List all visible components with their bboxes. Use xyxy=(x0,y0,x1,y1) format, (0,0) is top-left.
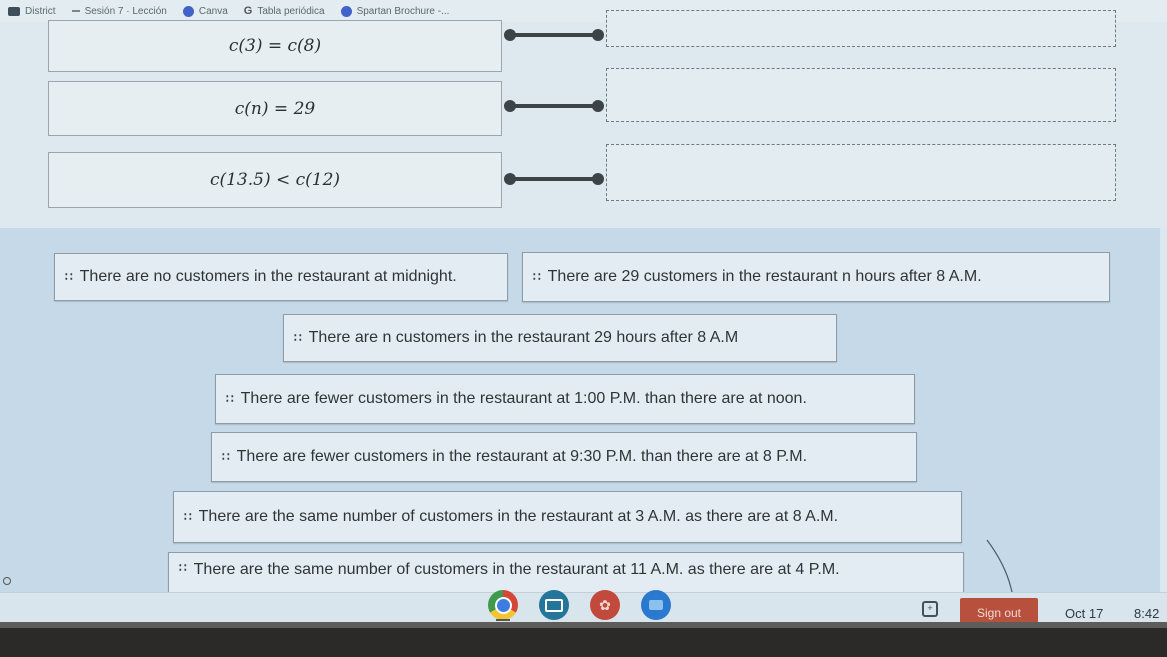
bookmark-label: Spartan Brochure -... xyxy=(356,5,450,17)
answer-card[interactable]: ∷ There are fewer customers in the resta… xyxy=(211,432,917,482)
drag-handle-icon[interactable]: ∷ xyxy=(179,561,187,575)
bookmark-label: Canva xyxy=(198,5,228,17)
time-display[interactable]: 8:42 xyxy=(1134,606,1159,621)
answer-text: There are n customers in the restaurant … xyxy=(308,329,739,346)
drag-handle-icon[interactable]: ∷ xyxy=(226,392,234,406)
drag-handle-icon[interactable]: ∷ xyxy=(222,450,230,464)
answer-card[interactable]: ∷ There are the same number of customers… xyxy=(173,491,962,543)
statement-expression: c(13.5) < c(12) xyxy=(209,170,341,190)
launcher-button[interactable] xyxy=(3,577,11,585)
brain-app-icon[interactable]: ✿ xyxy=(590,590,620,620)
active-app-indicator xyxy=(496,619,510,621)
drag-handle-icon[interactable]: ∷ xyxy=(294,331,302,345)
answer-text: There are 29 customers in the restaurant… xyxy=(547,268,982,285)
statement-box: c(n) = 29 xyxy=(48,81,502,136)
drag-handle-icon[interactable]: ∷ xyxy=(184,510,192,524)
drop-zone[interactable] xyxy=(606,10,1116,47)
answer-card[interactable]: ∷ There are no customers in the restaura… xyxy=(54,253,508,301)
statement-box: c(13.5) < c(12) xyxy=(48,152,502,208)
connector xyxy=(504,173,604,185)
statement-expression: c(3) = c(8) xyxy=(228,36,322,56)
bookmark-tabla-periodica[interactable]: G Tabla periódica xyxy=(244,5,325,17)
answer-card[interactable]: ∷ There are n customers in the restauran… xyxy=(283,314,837,362)
dash-icon xyxy=(71,10,80,12)
screenshot-tray-icon[interactable]: + xyxy=(922,601,938,617)
statement-expression: c(n) = 29 xyxy=(234,98,316,119)
connector xyxy=(504,29,604,41)
bookmark-spartan-brochure[interactable]: Spartan Brochure -... xyxy=(340,5,450,17)
connector xyxy=(504,100,604,112)
app-dock: ✿ xyxy=(488,590,671,620)
date-display[interactable]: Oct 17 xyxy=(1065,606,1103,621)
answer-text: There are no customers in the restaurant… xyxy=(79,268,457,285)
bookmark-label: District xyxy=(25,5,56,17)
bookmark-canva[interactable]: Canva xyxy=(182,5,228,17)
screencast-app-icon[interactable] xyxy=(539,590,569,620)
google-icon: G xyxy=(243,5,253,17)
bookmark-district[interactable]: District xyxy=(8,6,56,17)
bookmark-label: Tabla periódica xyxy=(257,5,325,17)
drag-handle-icon[interactable]: ∷ xyxy=(65,270,73,284)
canva-icon xyxy=(182,5,194,17)
canva-icon xyxy=(340,5,352,17)
drop-zone[interactable] xyxy=(606,68,1116,122)
bezel-edge xyxy=(0,622,1167,628)
answer-card[interactable]: ∷ There are fewer customers in the resta… xyxy=(215,374,915,424)
answer-text: There are fewer customers in the restaur… xyxy=(240,390,807,407)
answer-card[interactable]: ∷ There are 29 customers in the restaura… xyxy=(522,252,1110,302)
statement-box: c(3) = c(8) xyxy=(48,20,502,72)
answer-text: There are the same number of customers i… xyxy=(193,561,840,578)
matching-area: c(3) = c(8) c(n) = 29 c(13.5) < c(12) xyxy=(0,10,1167,228)
answer-bank: ∷ There are no customers in the restaura… xyxy=(0,228,1160,609)
chrome-app-icon[interactable] xyxy=(488,590,518,620)
drop-zone[interactable] xyxy=(606,144,1116,201)
answer-text: There are the same number of customers i… xyxy=(198,508,839,525)
files-app-icon[interactable] xyxy=(641,590,671,620)
drag-handle-icon[interactable]: ∷ xyxy=(533,270,541,284)
classroom-icon xyxy=(8,6,20,16)
answer-text: There are fewer customers in the restaur… xyxy=(236,448,808,465)
bookmark-label: Sesión 7 · Lección xyxy=(84,5,167,17)
bookmark-sesion[interactable]: Sesión 7 · Lección xyxy=(71,5,167,17)
